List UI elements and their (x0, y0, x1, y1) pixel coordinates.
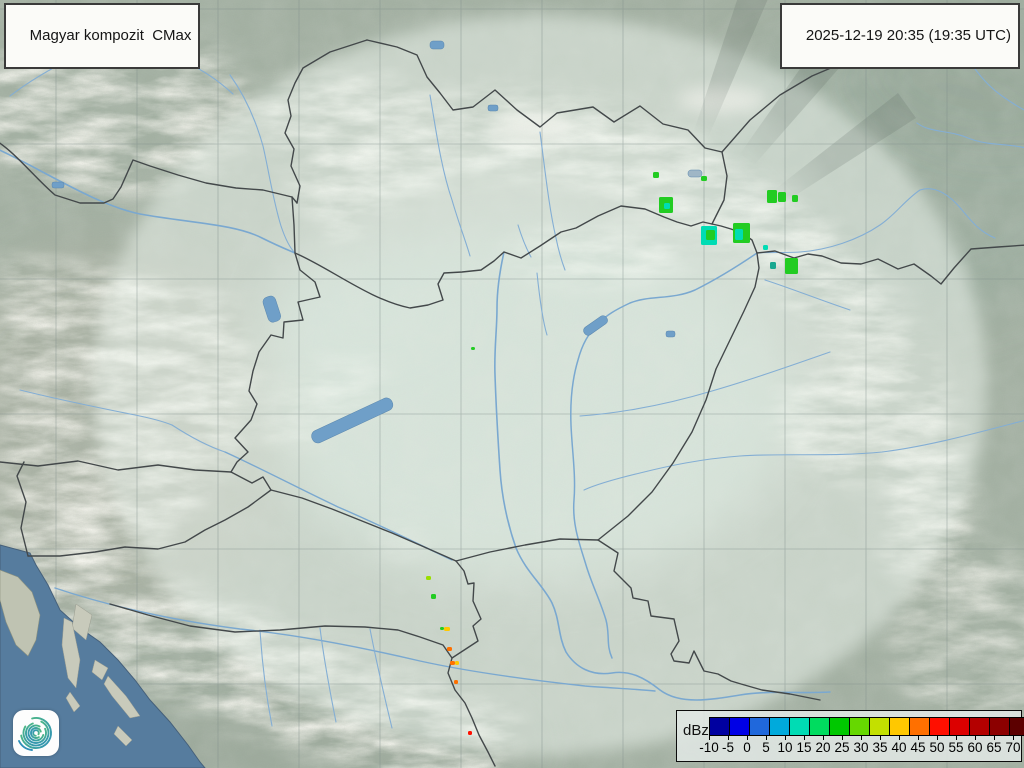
radar-echo (785, 258, 798, 274)
product-label: Magyar kompozit CMax (30, 27, 192, 44)
radar-echo (471, 347, 475, 350)
radar-echo (447, 647, 452, 651)
radar-coverage-area (93, 15, 987, 755)
radar-composite-screen: Magyar kompozit CMax 2025-12-19 20:35 (1… (0, 0, 1024, 768)
radar-echo (450, 661, 455, 665)
radar-echo (778, 192, 786, 202)
dbz-tick-label: 55 (948, 740, 963, 755)
dbz-tick-label: -5 (722, 740, 734, 755)
radar-echo (792, 195, 798, 202)
radar-echo (664, 203, 670, 209)
radar-echo (735, 229, 743, 240)
dbz-tick-label: 15 (796, 740, 811, 755)
radar-echo (426, 576, 431, 580)
dbz-color-cell (709, 717, 730, 736)
swirl-icon (13, 710, 59, 756)
dbz-color-cell (969, 717, 990, 736)
timestamp-box: 2025-12-19 20:35 (19:35 UTC) (780, 3, 1020, 69)
dbz-color-cell (909, 717, 930, 736)
dbz-color-cell (869, 717, 890, 736)
radar-echo (763, 245, 768, 250)
dbz-color-cell (949, 717, 970, 736)
dbz-color-cell (809, 717, 830, 736)
radar-echo (770, 262, 776, 269)
radar-echo (653, 172, 659, 178)
dbz-tick-label: 30 (853, 740, 868, 755)
radar-echo (767, 190, 777, 203)
dbz-color-cell (789, 717, 810, 736)
dbz-tick-label: 60 (967, 740, 982, 755)
hungaromet-swirl-logo (13, 710, 59, 756)
dbz-color-cell (829, 717, 850, 736)
timestamp-label: 2025-12-19 20:35 (19:35 UTC) (806, 27, 1011, 44)
dbz-tick-label: 20 (815, 740, 830, 755)
radar-echo (444, 627, 450, 631)
radar-echo (454, 680, 458, 684)
dbz-tick-label: 65 (986, 740, 1001, 755)
dbz-tick-label: 50 (929, 740, 944, 755)
dbz-tick-label: 45 (910, 740, 925, 755)
dbz-color-cell (849, 717, 870, 736)
dbz-scale-ticks: -10-50510152025303540455055606570 (709, 736, 1015, 758)
radar-echo (455, 661, 459, 665)
dbz-tick-label: 70 (1005, 740, 1020, 755)
dbz-legend-panel: dBz -10-5 05 10 15 20 25 30 35 40 45 50 55 60 65 70 (676, 710, 1022, 762)
radar-echo (706, 230, 715, 240)
dbz-color-cell (729, 717, 750, 736)
dbz-tick-label: 0 (743, 740, 751, 755)
dbz-color-scale (709, 717, 1024, 736)
dbz-color-cell (929, 717, 950, 736)
dbz-color-cell (769, 717, 790, 736)
dbz-color-cell (889, 717, 910, 736)
dbz-tick-label: 5 (762, 740, 770, 755)
radar-map-image (0, 0, 1024, 768)
dbz-tick-label: 10 (777, 740, 792, 755)
dbz-tick-label: -10 (699, 740, 719, 755)
radar-echo (701, 176, 707, 181)
radar-echo (431, 594, 436, 599)
dbz-tick-label: 25 (834, 740, 849, 755)
radar-echo (440, 627, 444, 630)
dbz-unit-label: dBz (683, 722, 709, 739)
dbz-color-cell (749, 717, 770, 736)
dbz-color-cell (989, 717, 1010, 736)
dbz-tick-label: 35 (872, 740, 887, 755)
dbz-tick-label: 40 (891, 740, 906, 755)
product-label-box: Magyar kompozit CMax (4, 3, 200, 69)
radar-echo (468, 731, 472, 735)
dbz-color-cell (1009, 717, 1024, 736)
